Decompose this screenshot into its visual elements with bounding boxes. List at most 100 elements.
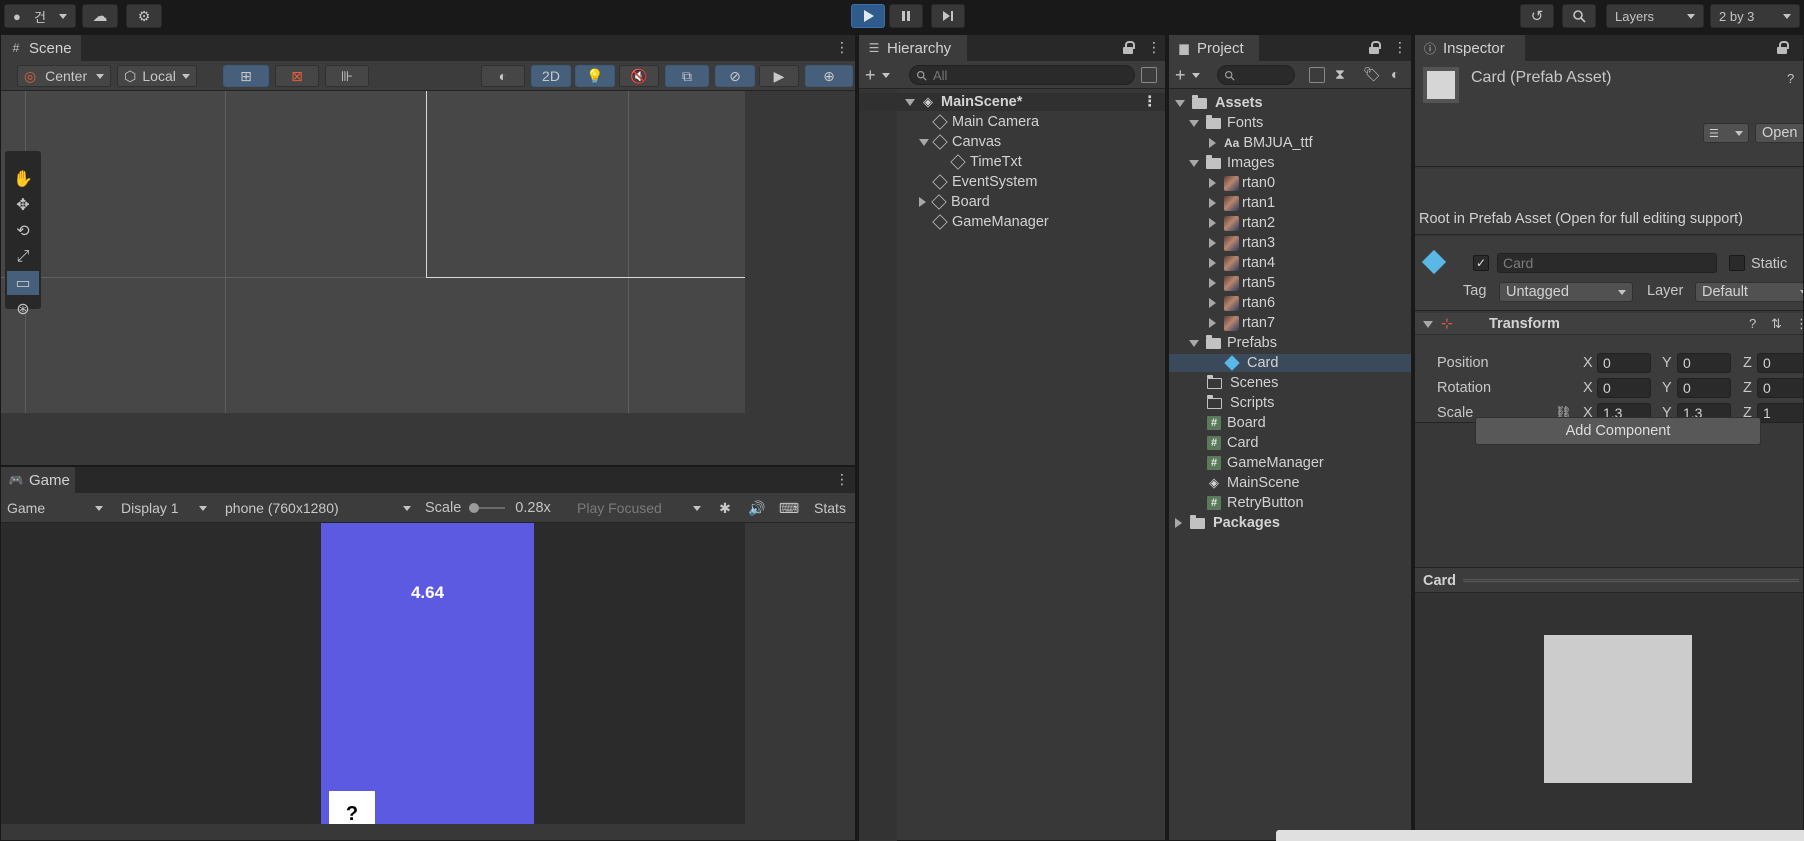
collapse-arrow-icon[interactable] bbox=[1175, 518, 1182, 528]
open-prefab-button[interactable]: Open bbox=[1755, 123, 1803, 143]
project-item[interactable]: # GameManager bbox=[1169, 454, 1411, 472]
help-icon[interactable]: ? bbox=[1749, 316, 1756, 331]
static-checkbox[interactable] bbox=[1729, 255, 1745, 271]
project-item[interactable]: Scenes bbox=[1169, 374, 1411, 392]
transform-header[interactable]: ⊹ Transform ? ⇅ ⋮ bbox=[1415, 313, 1803, 335]
view-select[interactable]: Game bbox=[1, 497, 109, 519]
project-item[interactable]: Packages bbox=[1169, 514, 1411, 532]
bug-button[interactable]: ✱ bbox=[711, 497, 739, 519]
active-checkbox[interactable]: ✓ bbox=[1473, 255, 1489, 271]
stats-button[interactable]: Stats bbox=[807, 497, 853, 519]
hierarchy-item[interactable]: Board bbox=[859, 193, 1165, 211]
tab-inspector[interactable]: ⓘ Inspector bbox=[1415, 35, 1525, 61]
expand-arrow-icon[interactable] bbox=[1189, 119, 1199, 127]
collapse-arrow-icon[interactable] bbox=[1209, 178, 1216, 188]
draw-mode-button[interactable]: ◐ bbox=[481, 65, 525, 87]
hierarchy-menu-icon[interactable]: ⋮ bbox=[1147, 39, 1161, 55]
inspector-menu-icon[interactable]: ⋮ bbox=[1799, 39, 1803, 55]
expand-arrow-icon[interactable] bbox=[905, 98, 915, 106]
scene-search-icon[interactable] bbox=[1141, 67, 1157, 83]
project-menu-icon[interactable]: ⋮ bbox=[1393, 39, 1407, 55]
lock-icon[interactable] bbox=[1369, 41, 1381, 55]
increment-snap-button[interactable]: ⊠ bbox=[275, 65, 319, 87]
lighting-toggle[interactable]: 💡 bbox=[575, 65, 615, 87]
collapse-arrow-icon[interactable] bbox=[1209, 258, 1216, 268]
project-item[interactable]: Prefabs bbox=[1169, 334, 1411, 352]
add-component-button[interactable]: Add Component bbox=[1475, 417, 1761, 445]
rect-tool[interactable]: ▭ bbox=[7, 271, 39, 295]
scale-tool[interactable]: ⤢ bbox=[7, 245, 39, 269]
rotate-tool[interactable]: ⟲ bbox=[7, 219, 39, 243]
collapse-arrow-icon[interactable] bbox=[1209, 138, 1216, 148]
expand-arrow-icon[interactable] bbox=[1175, 99, 1185, 107]
preview-header[interactable]: Card bbox=[1415, 567, 1803, 593]
help-icon[interactable]: ? bbox=[1787, 71, 1794, 86]
preview-drag-handle[interactable] bbox=[1463, 579, 1799, 582]
project-item[interactable]: rtan0 bbox=[1169, 174, 1411, 192]
scene-menu-icon[interactable]: ⋮ bbox=[1143, 94, 1158, 110]
expand-arrow-icon[interactable] bbox=[919, 138, 929, 146]
cloud-button[interactable]: ☁ bbox=[82, 4, 118, 28]
play-button[interactable] bbox=[851, 4, 885, 28]
play-mode-select[interactable]: Play Focused bbox=[571, 497, 707, 519]
project-item[interactable]: Aa BMJUA_ttf bbox=[1169, 134, 1411, 152]
audio-button[interactable]: 🔊 bbox=[743, 497, 771, 519]
scale-slider-thumb[interactable] bbox=[469, 503, 480, 513]
collapse-arrow-icon[interactable] bbox=[1209, 218, 1216, 228]
visibility-toggle[interactable]: ⊘ bbox=[715, 65, 755, 87]
project-item-selected[interactable]: Card bbox=[1169, 354, 1411, 372]
grid-snap-button[interactable]: ⊞ bbox=[223, 65, 269, 87]
hand-tool[interactable]: ✋ bbox=[7, 167, 39, 191]
scale-z-field[interactable]: 1 bbox=[1757, 403, 1803, 423]
collapse-arrow-icon[interactable] bbox=[1209, 198, 1216, 208]
step-button[interactable] bbox=[931, 4, 965, 28]
project-item[interactable]: rtan5 bbox=[1169, 274, 1411, 292]
history-button[interactable]: ↺ bbox=[1520, 4, 1554, 28]
create-dropdown[interactable]: + bbox=[865, 64, 890, 86]
effects-toggle[interactable]: ⧉ bbox=[665, 65, 709, 87]
layers-dropdown[interactable]: Layers bbox=[1606, 4, 1704, 28]
preset-icon[interactable]: ⇅ bbox=[1771, 316, 1782, 332]
hierarchy-item[interactable]: GameManager bbox=[859, 213, 1165, 231]
expand-arrow-icon[interactable] bbox=[1423, 321, 1433, 328]
scene-row[interactable]: ◈ MainScene* ⋮ bbox=[859, 93, 1165, 111]
position-x-field[interactable]: 0 bbox=[1597, 353, 1651, 373]
expand-arrow-icon[interactable] bbox=[1189, 339, 1199, 347]
camera-button[interactable]: ▶ bbox=[759, 65, 799, 87]
tab-scene[interactable]: # Scene bbox=[1, 35, 81, 61]
rotation-x-field[interactable]: 0 bbox=[1597, 378, 1651, 398]
hierarchy-item[interactable]: EventSystem bbox=[859, 173, 1165, 191]
hierarchy-search-input[interactable] bbox=[933, 67, 1123, 83]
project-search[interactable] bbox=[1217, 65, 1295, 85]
project-item[interactable]: Assets bbox=[1169, 94, 1411, 112]
move-tool[interactable]: ✥ bbox=[7, 193, 39, 217]
project-item[interactable]: rtan2 bbox=[1169, 214, 1411, 232]
project-item[interactable]: rtan7 bbox=[1169, 314, 1411, 332]
project-item[interactable]: rtan3 bbox=[1169, 234, 1411, 252]
tab-game[interactable]: 🎮 Game bbox=[1, 467, 75, 493]
search-by-type-icon[interactable] bbox=[1309, 67, 1325, 83]
hierarchy-item[interactable]: Canvas bbox=[859, 133, 1165, 151]
collapse-arrow-icon[interactable] bbox=[1209, 298, 1216, 308]
project-item[interactable]: Images bbox=[1169, 154, 1411, 172]
scene-viewport[interactable]: ✋ ✥ ⟲ ⤢ ▭ ⊛ bbox=[1, 91, 745, 413]
pause-button[interactable] bbox=[889, 4, 923, 28]
game-menu-icon[interactable]: ⋮ bbox=[835, 471, 849, 487]
hierarchy-search[interactable] bbox=[909, 65, 1135, 85]
rotation-z-field[interactable]: 0 bbox=[1757, 378, 1803, 398]
layout-dropdown[interactable]: 2 by 3 bbox=[1710, 4, 1800, 28]
lock-icon[interactable] bbox=[1777, 41, 1789, 55]
resolution-select[interactable]: phone (760x1280) bbox=[219, 497, 417, 519]
search-button[interactable] bbox=[1562, 4, 1596, 28]
collapse-arrow-icon[interactable] bbox=[919, 197, 926, 207]
account-dropdown[interactable]: ● 건 bbox=[4, 4, 76, 28]
display-select[interactable]: Display 1 bbox=[113, 497, 215, 519]
audio-toggle[interactable]: 🔇 bbox=[619, 65, 659, 87]
object-name-field[interactable]: Card bbox=[1497, 253, 1717, 273]
project-item[interactable]: ◈ MainScene bbox=[1169, 474, 1411, 492]
filter-type-icon[interactable]: ⧗ bbox=[1335, 66, 1345, 83]
card-back[interactable]: ? bbox=[329, 791, 375, 824]
project-item[interactable]: Scripts bbox=[1169, 394, 1411, 412]
scale-slider[interactable] bbox=[469, 503, 506, 513]
transform-tool[interactable]: ⊛ bbox=[7, 297, 39, 321]
